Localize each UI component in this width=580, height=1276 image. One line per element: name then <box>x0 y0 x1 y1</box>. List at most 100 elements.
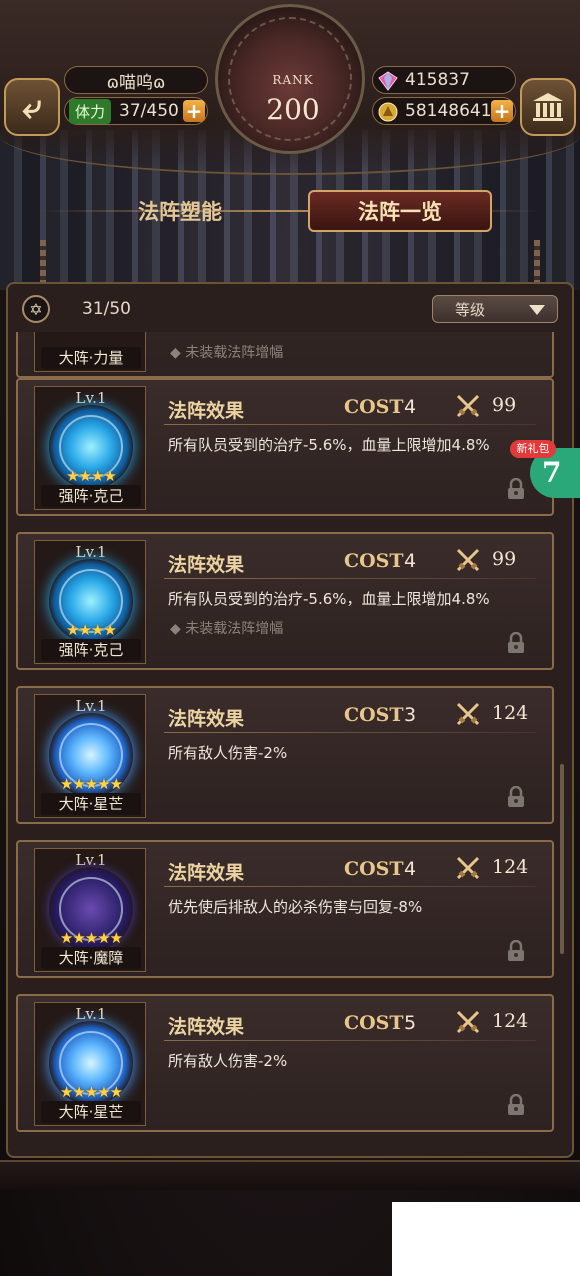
rank-label: RANK <box>272 73 314 87</box>
back-arrow-icon: ⤶ <box>22 87 42 127</box>
circle-name: 强阵·克己 <box>41 639 141 661</box>
effect-text: 所有队员受到的治疗-5.6%，血量上限增加4.8% <box>168 590 490 608</box>
gold-pill: 58148641 + <box>372 97 516 125</box>
amp-status: ◆ 未装载法阵增幅 <box>170 345 284 361</box>
circle-card[interactable]: 大阵·力量 ◆ 未装载法阵增幅 <box>16 332 554 378</box>
circle-card[interactable]: Lv.1 ★★★★★ 大阵·星芒 法阵效果 COST 5 124 所有敌人伤害-2% <box>16 994 554 1132</box>
effect-title: 法阵效果 <box>168 554 245 576</box>
title-underline <box>164 886 536 887</box>
circle-name: 大阵·力量 <box>41 347 141 369</box>
lock-icon[interactable] <box>506 1094 526 1116</box>
circle-name: 大阵·星芒 <box>41 793 141 815</box>
gold-coin-icon <box>378 102 398 122</box>
star-rating: ★★★★ <box>66 467 117 485</box>
cost-value: 5 <box>404 1012 417 1034</box>
cost-label: COST <box>344 1012 404 1034</box>
tab-circle-list[interactable]: 法阵一览 <box>308 190 492 232</box>
power-value: 124 <box>492 856 529 878</box>
effect-title: 法阵效果 <box>168 708 245 730</box>
crossed-swords-icon <box>456 856 480 880</box>
chain-left <box>40 240 46 288</box>
circle-thumbnail: 大阵·力量 <box>34 332 146 372</box>
cost-value: 3 <box>404 704 417 726</box>
circle-thumbnail: Lv.1 ★★★★★ 大阵·魔障 <box>34 848 146 972</box>
sort-label: 等级 <box>455 300 486 319</box>
star-rating: ★★★★ <box>66 621 117 639</box>
add-gold-button[interactable]: + <box>491 100 513 122</box>
cost-label: COST <box>344 550 404 572</box>
cost-label: COST <box>344 704 404 726</box>
cost-value: 4 <box>404 858 417 880</box>
blank-overlay <box>392 1202 580 1276</box>
back-button[interactable]: ⤶ <box>4 78 60 136</box>
sort-dropdown[interactable]: 等级 <box>432 295 558 323</box>
home-button[interactable] <box>520 78 576 136</box>
gift-badge[interactable]: 新礼包 <box>510 440 556 458</box>
crossed-swords-icon <box>456 548 480 572</box>
effect-text: 优先使后排敌人的必杀伤害与回复-8% <box>168 898 423 916</box>
circle-card[interactable]: Lv.1 ★★★★ 强阵·克己 法阵效果 COST 4 99 所有队员受到的治疗-5.6%，血… <box>16 532 554 670</box>
power-value: 124 <box>492 1010 529 1032</box>
circle-card[interactable]: Lv.1 ★★★★ 强阵·克己 法阵效果 COST 4 99 所有队员受到的治疗-5.6%，血… <box>16 378 554 516</box>
circle-list-panel: ✡ 31/50 等级 大阵·力量 ◆ 未装载法阵增幅 Lv.1 ★★★★ 强阵·克己… <box>6 282 574 1158</box>
gem-icon <box>378 71 398 91</box>
crossed-swords-icon <box>456 394 480 418</box>
title-underline <box>164 424 536 425</box>
stamina-pill: 体力 37/450 + <box>64 97 208 125</box>
circle-name: 大阵·星芒 <box>41 1101 141 1123</box>
title-underline <box>164 1040 536 1041</box>
title-underline <box>164 732 536 733</box>
effect-text: 所有敌人伤害-2% <box>168 744 288 762</box>
circle-thumbnail: Lv.1 ★★★★★ 大阵·星芒 <box>34 694 146 818</box>
lock-icon[interactable] <box>506 786 526 808</box>
circle-thumbnail: Lv.1 ★★★★★ 大阵·星芒 <box>34 1002 146 1126</box>
crossed-swords-icon <box>456 1010 480 1034</box>
star-rating: ★★★★★ <box>59 775 123 793</box>
rank-wheel: RANK 200 <box>215 4 365 154</box>
circle-list[interactable]: 大阵·力量 ◆ 未装载法阵增幅 Lv.1 ★★★★ 强阵·克己 法阵效果 COST 4 99… <box>16 332 554 1150</box>
gold-count: 58148641 <box>405 101 492 121</box>
player-name: ɷ喵呜ɷ <box>106 72 166 93</box>
gem-count: 415837 <box>405 70 470 90</box>
circle-card[interactable]: Lv.1 ★★★★★ 大阵·星芒 法阵效果 COST 3 124 所有敌人伤害-2% <box>16 686 554 824</box>
tab-bar: 法阵塑能 法阵一览 <box>0 190 580 234</box>
chevron-down-icon <box>529 305 545 315</box>
effect-title: 法阵效果 <box>168 862 245 884</box>
player-name-pill: ɷ喵呜ɷ <box>64 66 208 94</box>
circle-thumbnail: Lv.1 ★★★★ 强阵·克己 <box>34 386 146 510</box>
amp-status: ◆ 未装载法阵增幅 <box>170 621 284 637</box>
effect-text: 所有敌人伤害-2% <box>168 1052 288 1070</box>
add-stamina-button[interactable]: + <box>183 100 205 122</box>
star-rating: ★★★★★ <box>59 1083 123 1101</box>
power-value: 124 <box>492 702 529 724</box>
power-value: 99 <box>492 394 517 416</box>
crossed-swords-icon <box>456 702 480 726</box>
stamina-value: 37/450 <box>119 101 179 121</box>
cost-value: 4 <box>404 396 417 418</box>
title-underline <box>164 578 536 579</box>
cost-label: COST <box>344 396 404 418</box>
chain-right <box>534 240 540 288</box>
effect-text: 所有队员受到的治疗-5.6%，血量上限增加4.8% <box>168 436 490 454</box>
circle-thumbnail: Lv.1 ★★★★ 强阵·克己 <box>34 540 146 664</box>
circle-count: 31/50 <box>82 299 131 319</box>
lock-icon[interactable] <box>506 478 526 500</box>
lock-icon[interactable] <box>506 940 526 962</box>
lock-icon[interactable] <box>506 632 526 654</box>
circle-name: 大阵·魔障 <box>41 947 141 969</box>
list-scrollbar[interactable] <box>560 764 564 954</box>
cost-value: 4 <box>404 550 417 572</box>
cost-label: COST <box>344 858 404 880</box>
stamina-label: 体力 <box>69 98 112 124</box>
temple-icon <box>533 93 563 121</box>
power-value: 99 <box>492 548 517 570</box>
circle-card[interactable]: Lv.1 ★★★★★ 大阵·魔障 法阵效果 COST 4 124 优先使后排敌人的必杀伤害与回… <box>16 840 554 978</box>
rank-value: 200 <box>266 93 320 126</box>
hexagram-icon: ✡ <box>22 295 50 323</box>
tab-circle-empower[interactable]: 法阵塑能 <box>90 190 270 232</box>
gem-pill: 415837 <box>372 66 516 94</box>
effect-title: 法阵效果 <box>168 400 245 422</box>
top-bar: ⤶ ɷ喵呜ɷ 体力 37/450 + RANK 200 415837 58148… <box>0 0 580 180</box>
circle-name: 强阵·克己 <box>41 485 141 507</box>
panel-header: ✡ 31/50 等级 <box>22 295 562 325</box>
